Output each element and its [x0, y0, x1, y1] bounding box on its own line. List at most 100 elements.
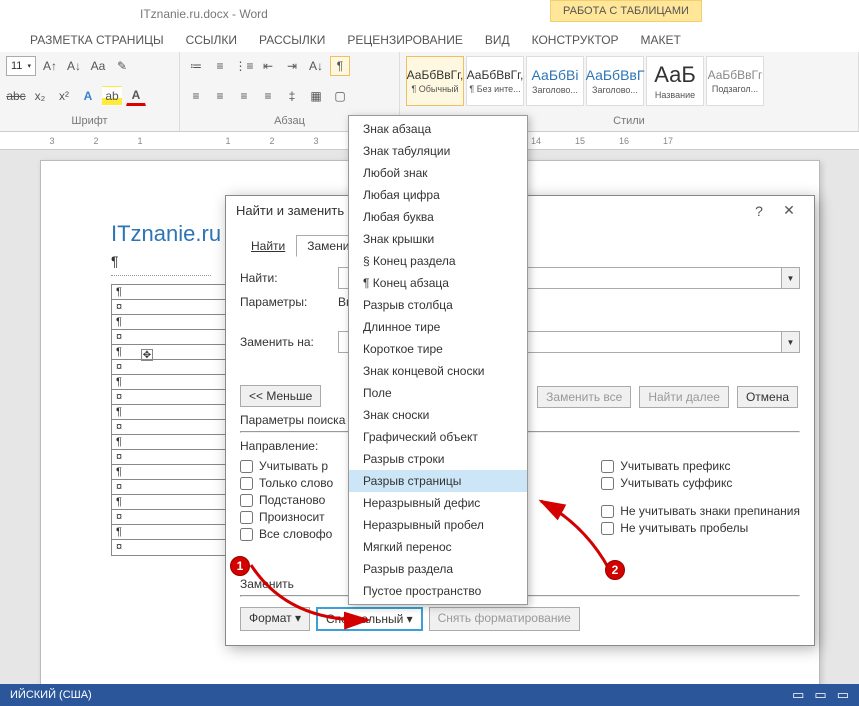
- chk-ignore-punct[interactable]: Не учитывать знаки препинания: [601, 504, 800, 518]
- popup-item[interactable]: Неразрывный дефис: [349, 492, 527, 514]
- table-move-handle[interactable]: ✥: [141, 349, 153, 361]
- popup-item[interactable]: Разрыв строки: [349, 448, 527, 470]
- table-tools-contextual-tab[interactable]: РАБОТА С ТАБЛИЦАМИ: [550, 0, 702, 22]
- chk-suffix[interactable]: Учитывать суффикс: [601, 476, 800, 490]
- table-row[interactable]: ¤: [112, 360, 225, 375]
- chk-sounds-like[interactable]: Произносит: [240, 510, 333, 524]
- popup-item[interactable]: Длинное тире: [349, 316, 527, 338]
- chk-whole-word[interactable]: Только слово: [240, 476, 333, 490]
- view-print-icon[interactable]: ▭: [814, 687, 826, 703]
- borders-button[interactable]: ▢: [330, 86, 350, 106]
- align-right-button[interactable]: ≡: [234, 86, 254, 106]
- style-heading1[interactable]: АаБбВіЗаголово...: [526, 56, 584, 106]
- popup-item[interactable]: Неразрывный пробел: [349, 514, 527, 536]
- tab-view[interactable]: ВИД: [485, 33, 510, 47]
- table-row[interactable]: ¤: [112, 300, 225, 315]
- less-button[interactable]: << Меньше: [240, 385, 321, 407]
- font-size-combo[interactable]: 11▾: [6, 56, 36, 76]
- chk-all-forms[interactable]: Все словофо: [240, 527, 333, 541]
- tab-mailings[interactable]: РАССЫЛКИ: [259, 33, 325, 47]
- clear-format-button[interactable]: ✎: [112, 56, 132, 76]
- popup-item[interactable]: Разрыв раздела: [349, 558, 527, 580]
- popup-item[interactable]: Знак крышки: [349, 228, 527, 250]
- cancel-button[interactable]: Отмена: [737, 386, 798, 408]
- table-row[interactable]: ¶: [112, 345, 225, 360]
- view-read-icon[interactable]: ▭: [792, 687, 804, 703]
- table-row[interactable]: ¶: [112, 405, 225, 420]
- tab-review[interactable]: РЕЦЕНЗИРОВАНИЕ: [347, 33, 462, 47]
- table-row[interactable]: ¤: [112, 330, 225, 345]
- find-next-button[interactable]: Найти далее: [639, 386, 729, 408]
- align-left-button[interactable]: ≡: [186, 86, 206, 106]
- tab-references[interactable]: ССЫЛКИ: [186, 33, 237, 47]
- table-row[interactable]: ¶: [112, 285, 225, 300]
- highlight-button[interactable]: ab: [102, 86, 122, 106]
- styles-gallery[interactable]: АаБбВвГг,¶ Обычный АаБбВвГг,¶ Без инте..…: [406, 56, 852, 106]
- no-format-button[interactable]: Снять форматирование: [429, 607, 580, 631]
- style-heading2[interactable]: АаБбВвГЗаголово...: [586, 56, 644, 106]
- replace-dropdown-button[interactable]: ▼: [782, 331, 800, 353]
- shading-button[interactable]: ▦: [306, 86, 326, 106]
- increase-indent-button[interactable]: ⇥: [282, 56, 302, 76]
- numbering-button[interactable]: ≡: [210, 56, 230, 76]
- popup-item[interactable]: Знак сноски: [349, 404, 527, 426]
- popup-item[interactable]: Разрыв столбца: [349, 294, 527, 316]
- dialog-close-button[interactable]: ✕: [774, 202, 804, 219]
- table-row[interactable]: ¤: [112, 420, 225, 435]
- popup-item[interactable]: ¶ Конец абзаца: [349, 272, 527, 294]
- change-case-button[interactable]: Aa: [88, 56, 108, 76]
- popup-item[interactable]: Знак концевой сноски: [349, 360, 527, 382]
- justify-button[interactable]: ≡: [258, 86, 278, 106]
- line-spacing-button[interactable]: ‡: [282, 86, 302, 106]
- chk-wildcards[interactable]: Подстаново: [240, 493, 333, 507]
- sort-button[interactable]: A↓: [306, 56, 326, 76]
- status-language[interactable]: ИЙСКИЙ (США): [10, 689, 92, 701]
- shrink-font-button[interactable]: A↓: [64, 56, 84, 76]
- popup-item[interactable]: Любая цифра: [349, 184, 527, 206]
- superscript-button[interactable]: x²: [54, 86, 74, 106]
- table-row[interactable]: ¤: [112, 510, 225, 525]
- table-row[interactable]: ¤: [112, 450, 225, 465]
- popup-item[interactable]: Мягкий перенос: [349, 536, 527, 558]
- table-row[interactable]: ¶: [112, 495, 225, 510]
- chk-ignore-space[interactable]: Не учитывать пробелы: [601, 521, 800, 535]
- chk-match-case[interactable]: Учитывать р: [240, 459, 333, 473]
- decrease-indent-button[interactable]: ⇤: [258, 56, 278, 76]
- strike-button[interactable]: abc: [6, 86, 26, 106]
- tab-find[interactable]: Найти: [240, 235, 296, 257]
- table-row[interactable]: ¶: [112, 465, 225, 480]
- popup-item[interactable]: Любой знак: [349, 162, 527, 184]
- format-button[interactable]: Формат ▾: [240, 607, 310, 631]
- table-row[interactable]: ¶: [112, 525, 225, 540]
- special-button[interactable]: Специальный ▾: [316, 607, 423, 631]
- chk-prefix[interactable]: Учитывать префикс: [601, 459, 800, 473]
- table-row[interactable]: ¤: [112, 540, 225, 555]
- multilevel-button[interactable]: ⋮≡: [234, 56, 254, 76]
- tab-table-layout[interactable]: МАКЕТ: [641, 33, 681, 47]
- table[interactable]: ¶ ¤ ¶ ¤ ¶ ¤ ¶ ¤ ¶ ¤ ¶ ¤ ¶ ¤ ¶ ¤ ¶ ¤: [111, 284, 226, 556]
- popup-item[interactable]: Поле: [349, 382, 527, 404]
- tab-page-layout[interactable]: РАЗМЕТКА СТРАНИЦЫ: [30, 33, 164, 47]
- popup-item[interactable]: Знак табуляции: [349, 140, 527, 162]
- style-normal[interactable]: АаБбВвГг,¶ Обычный: [406, 56, 464, 106]
- table-row[interactable]: ¶: [112, 315, 225, 330]
- popup-item[interactable]: Любая буква: [349, 206, 527, 228]
- show-marks-button[interactable]: ¶: [330, 56, 350, 76]
- subscript-button[interactable]: x₂: [30, 86, 50, 106]
- style-title[interactable]: АаБНазвание: [646, 56, 704, 106]
- popup-item-page-break[interactable]: Разрыв страницы: [349, 470, 527, 492]
- table-row[interactable]: ¶: [112, 435, 225, 450]
- style-subtitle[interactable]: АаБбВвГгПодзагол...: [706, 56, 764, 106]
- dialog-help-button[interactable]: ?: [744, 203, 774, 219]
- text-effects-button[interactable]: A: [78, 86, 98, 106]
- font-color-button[interactable]: A: [126, 86, 146, 106]
- align-center-button[interactable]: ≡: [210, 86, 230, 106]
- view-web-icon[interactable]: ▭: [837, 687, 849, 703]
- popup-item[interactable]: Графический объект: [349, 426, 527, 448]
- style-nospacing[interactable]: АаБбВвГг,¶ Без инте...: [466, 56, 524, 106]
- popup-item[interactable]: § Конец раздела: [349, 250, 527, 272]
- table-row[interactable]: ¤: [112, 480, 225, 495]
- find-dropdown-button[interactable]: ▼: [782, 267, 800, 289]
- bullets-button[interactable]: ≔: [186, 56, 206, 76]
- popup-item[interactable]: Знак абзаца: [349, 118, 527, 140]
